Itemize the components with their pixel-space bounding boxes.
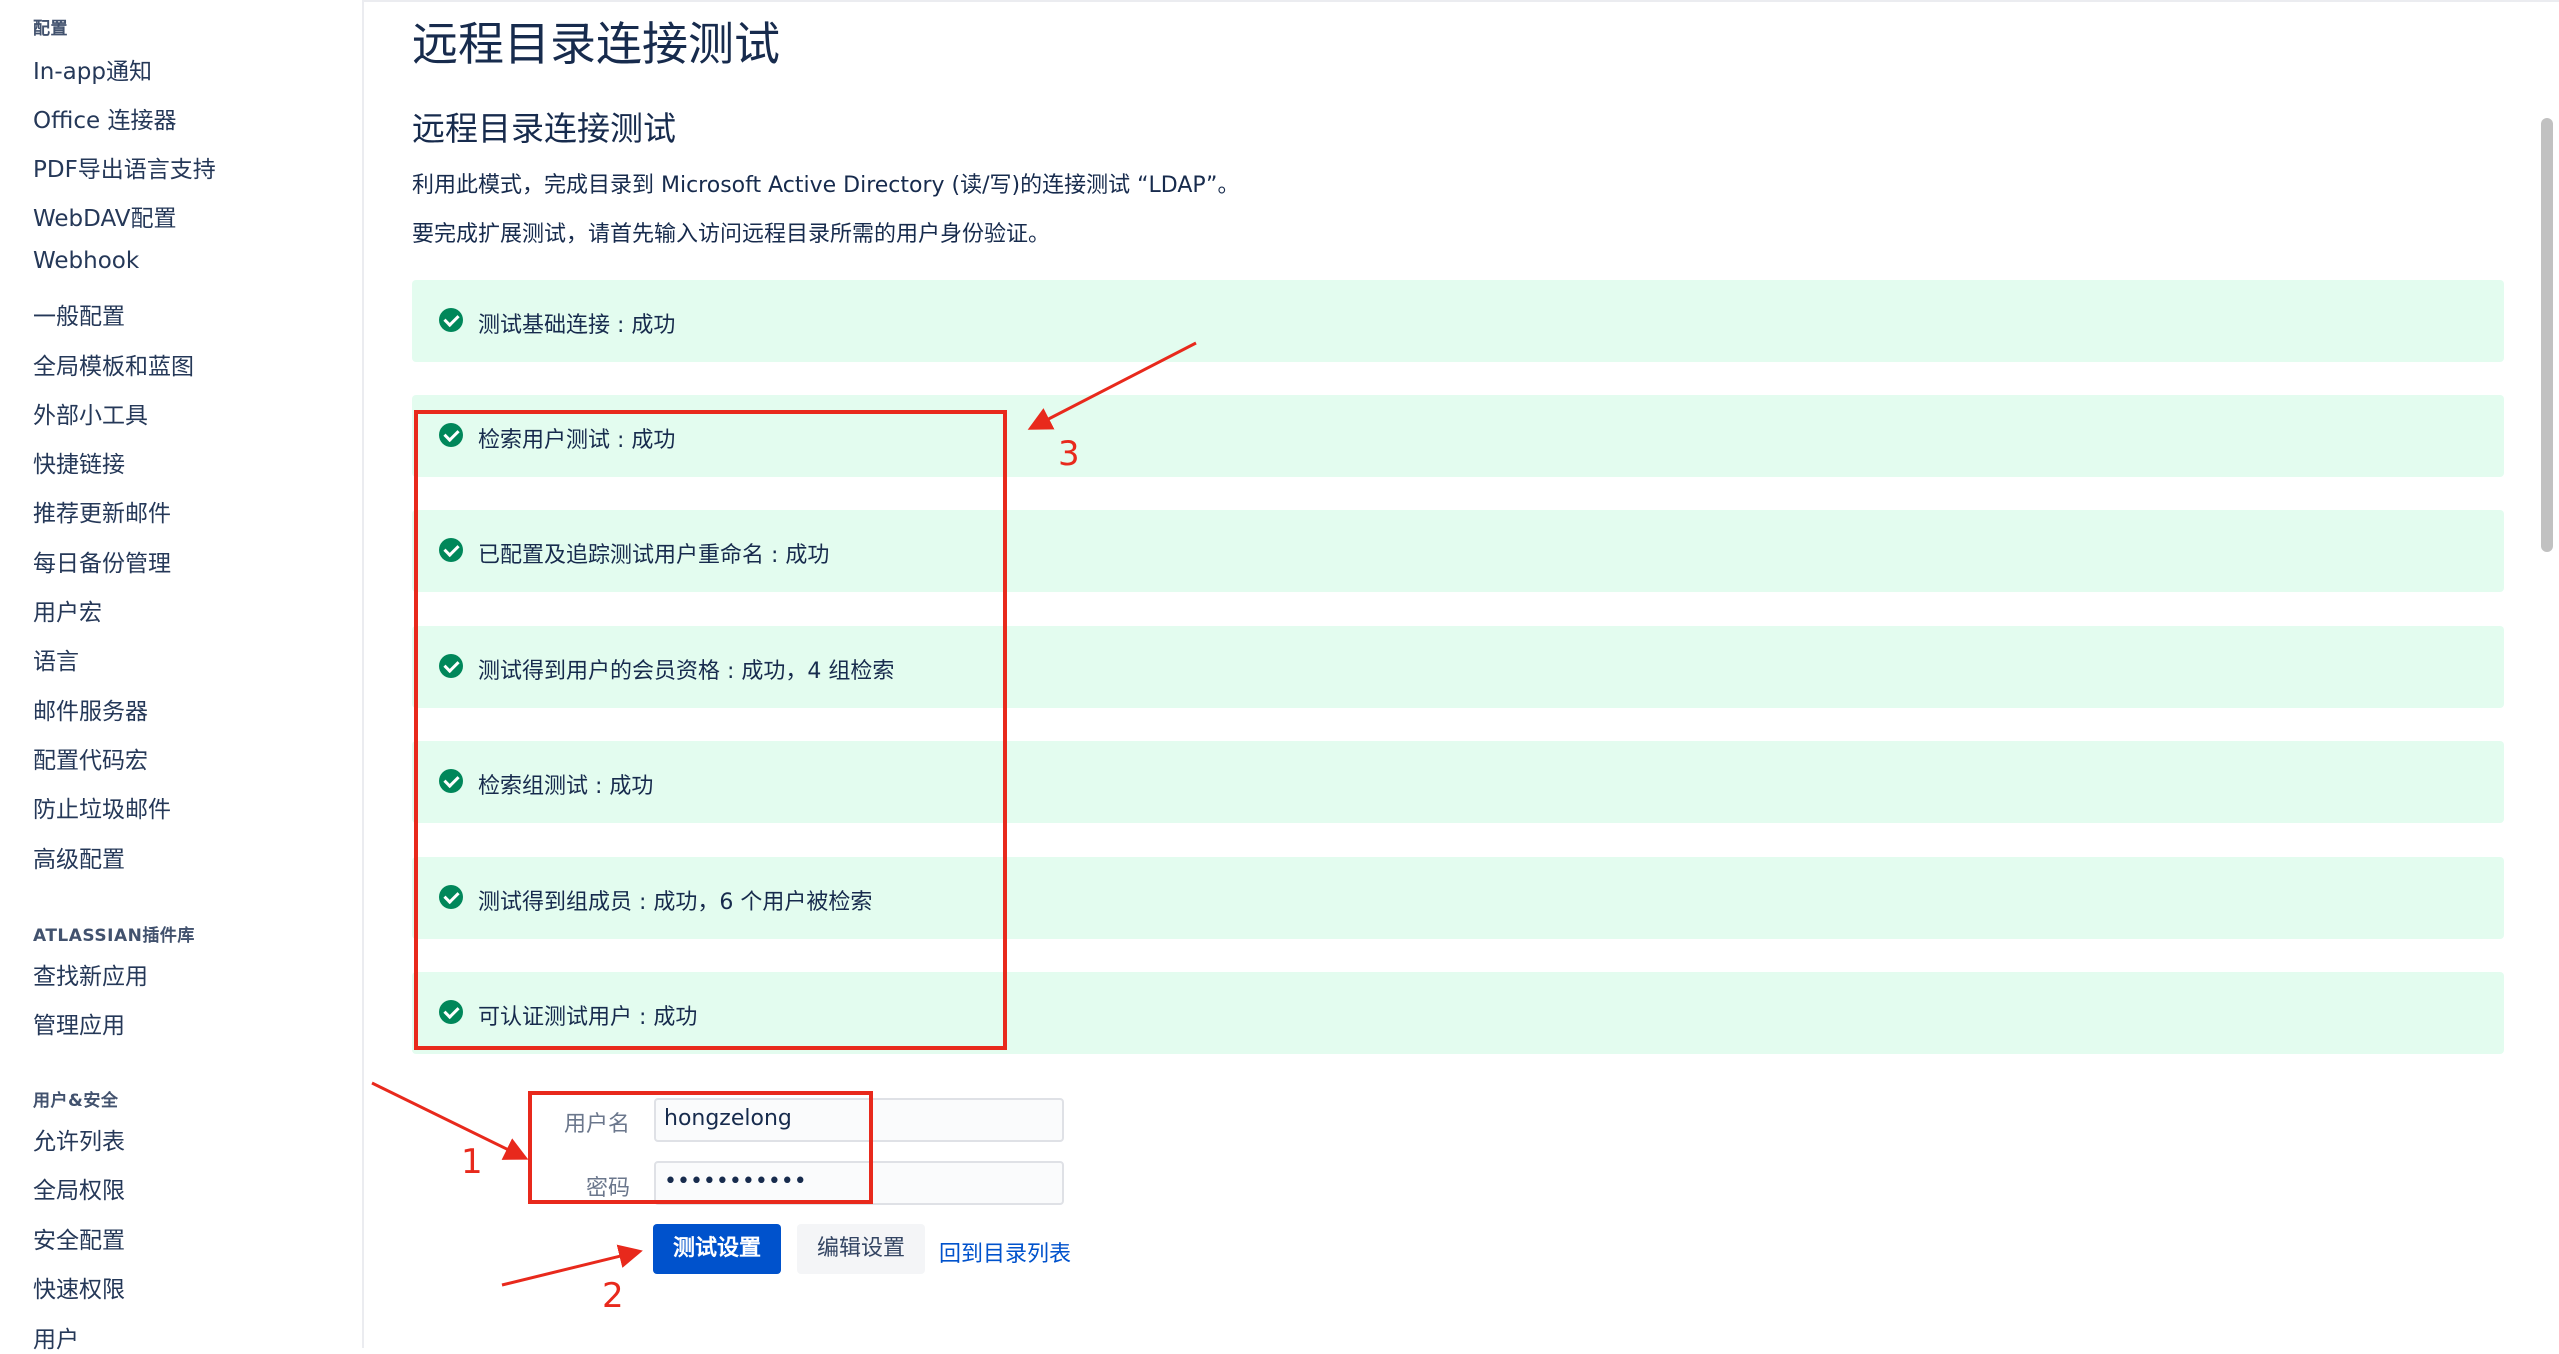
sidebar-item-users[interactable]: 用户	[33, 1320, 79, 1354]
sidebar-section-config: 配置	[33, 19, 68, 39]
admin-sidebar: 配置 In-app通知 Office 连接器 PDF导出语言支持 WebDAV配…	[0, 0, 364, 1353]
sidebar-item-manage-apps[interactable]: 管理应用	[33, 1006, 125, 1040]
sidebar-item-quick-permissions[interactable]: 快速权限	[33, 1270, 125, 1304]
sidebar-item-webhook[interactable]: Webhook	[33, 248, 139, 274]
sidebar-item-advanced-config[interactable]: 高级配置	[33, 840, 125, 874]
sidebar-item-mail-servers[interactable]: 邮件服务器	[33, 692, 148, 726]
description-line-1: 利用此模式，完成目录到 Microsoft Active Directory (…	[412, 173, 1240, 198]
sidebar-item-security-config[interactable]: 安全配置	[33, 1221, 125, 1255]
sidebar-item-pdf-lang[interactable]: PDF导出语言支持	[33, 150, 216, 184]
sidebar-item-shortcut-links[interactable]: 快捷链接	[33, 445, 125, 479]
success-check-icon	[439, 308, 463, 332]
annotation-box-results	[414, 410, 1007, 1050]
main-content: 远程目录连接测试 远程目录连接测试 利用此模式，完成目录到 Microsoft …	[362, 0, 2559, 1348]
annotation-number-1: 1	[461, 1142, 483, 1182]
sidebar-item-external-gadgets[interactable]: 外部小工具	[33, 396, 148, 430]
test-result-row: 测试基础连接 : 成功	[412, 280, 2504, 362]
annotation-number-2: 2	[602, 1276, 624, 1316]
sidebar-item-find-apps[interactable]: 查找新应用	[33, 957, 148, 991]
sidebar-item-general-config[interactable]: 一般配置	[33, 297, 125, 331]
annotation-box-credentials	[528, 1091, 873, 1204]
edit-settings-button[interactable]: 编辑设置	[797, 1224, 925, 1274]
sidebar-section-marketplace: ATLASSIAN插件库	[33, 926, 195, 946]
sidebar-item-language[interactable]: 语言	[33, 642, 79, 676]
back-to-directories-link[interactable]: 回到目录列表	[939, 1236, 1071, 1268]
sidebar-item-code-macro[interactable]: 配置代码宏	[33, 741, 148, 775]
sidebar-item-recommended-updates[interactable]: 推荐更新邮件	[33, 494, 171, 528]
sidebar-item-allowlist[interactable]: 允许列表	[33, 1122, 125, 1156]
sidebar-section-users-security: 用户&安全	[33, 1091, 119, 1111]
test-result-text: 测试基础连接 : 成功	[478, 313, 676, 338]
sidebar-item-global-permissions[interactable]: 全局权限	[33, 1171, 125, 1205]
test-settings-button[interactable]: 测试设置	[653, 1224, 781, 1274]
sidebar-item-office-connector[interactable]: Office 连接器	[33, 101, 176, 135]
sidebar-item-daily-backup[interactable]: 每日备份管理	[33, 544, 171, 578]
description-line-2: 要完成扩展测试，请首先输入访问远程目录所需的用户身份验证。	[412, 222, 1051, 247]
annotation-number-3: 3	[1058, 434, 1080, 474]
sidebar-item-global-templates[interactable]: 全局模板和蓝图	[33, 347, 194, 381]
section-title: 远程目录连接测试	[412, 109, 676, 148]
page-scrollbar[interactable]	[2541, 118, 2553, 552]
sidebar-item-webdav[interactable]: WebDAV配置	[33, 199, 176, 233]
page-title: 远程目录连接测试	[412, 17, 780, 71]
sidebar-item-user-macros[interactable]: 用户宏	[33, 593, 102, 627]
sidebar-item-spam-prevention[interactable]: 防止垃圾邮件	[33, 790, 171, 824]
sidebar-item-inapp-notify[interactable]: In-app通知	[33, 52, 152, 86]
